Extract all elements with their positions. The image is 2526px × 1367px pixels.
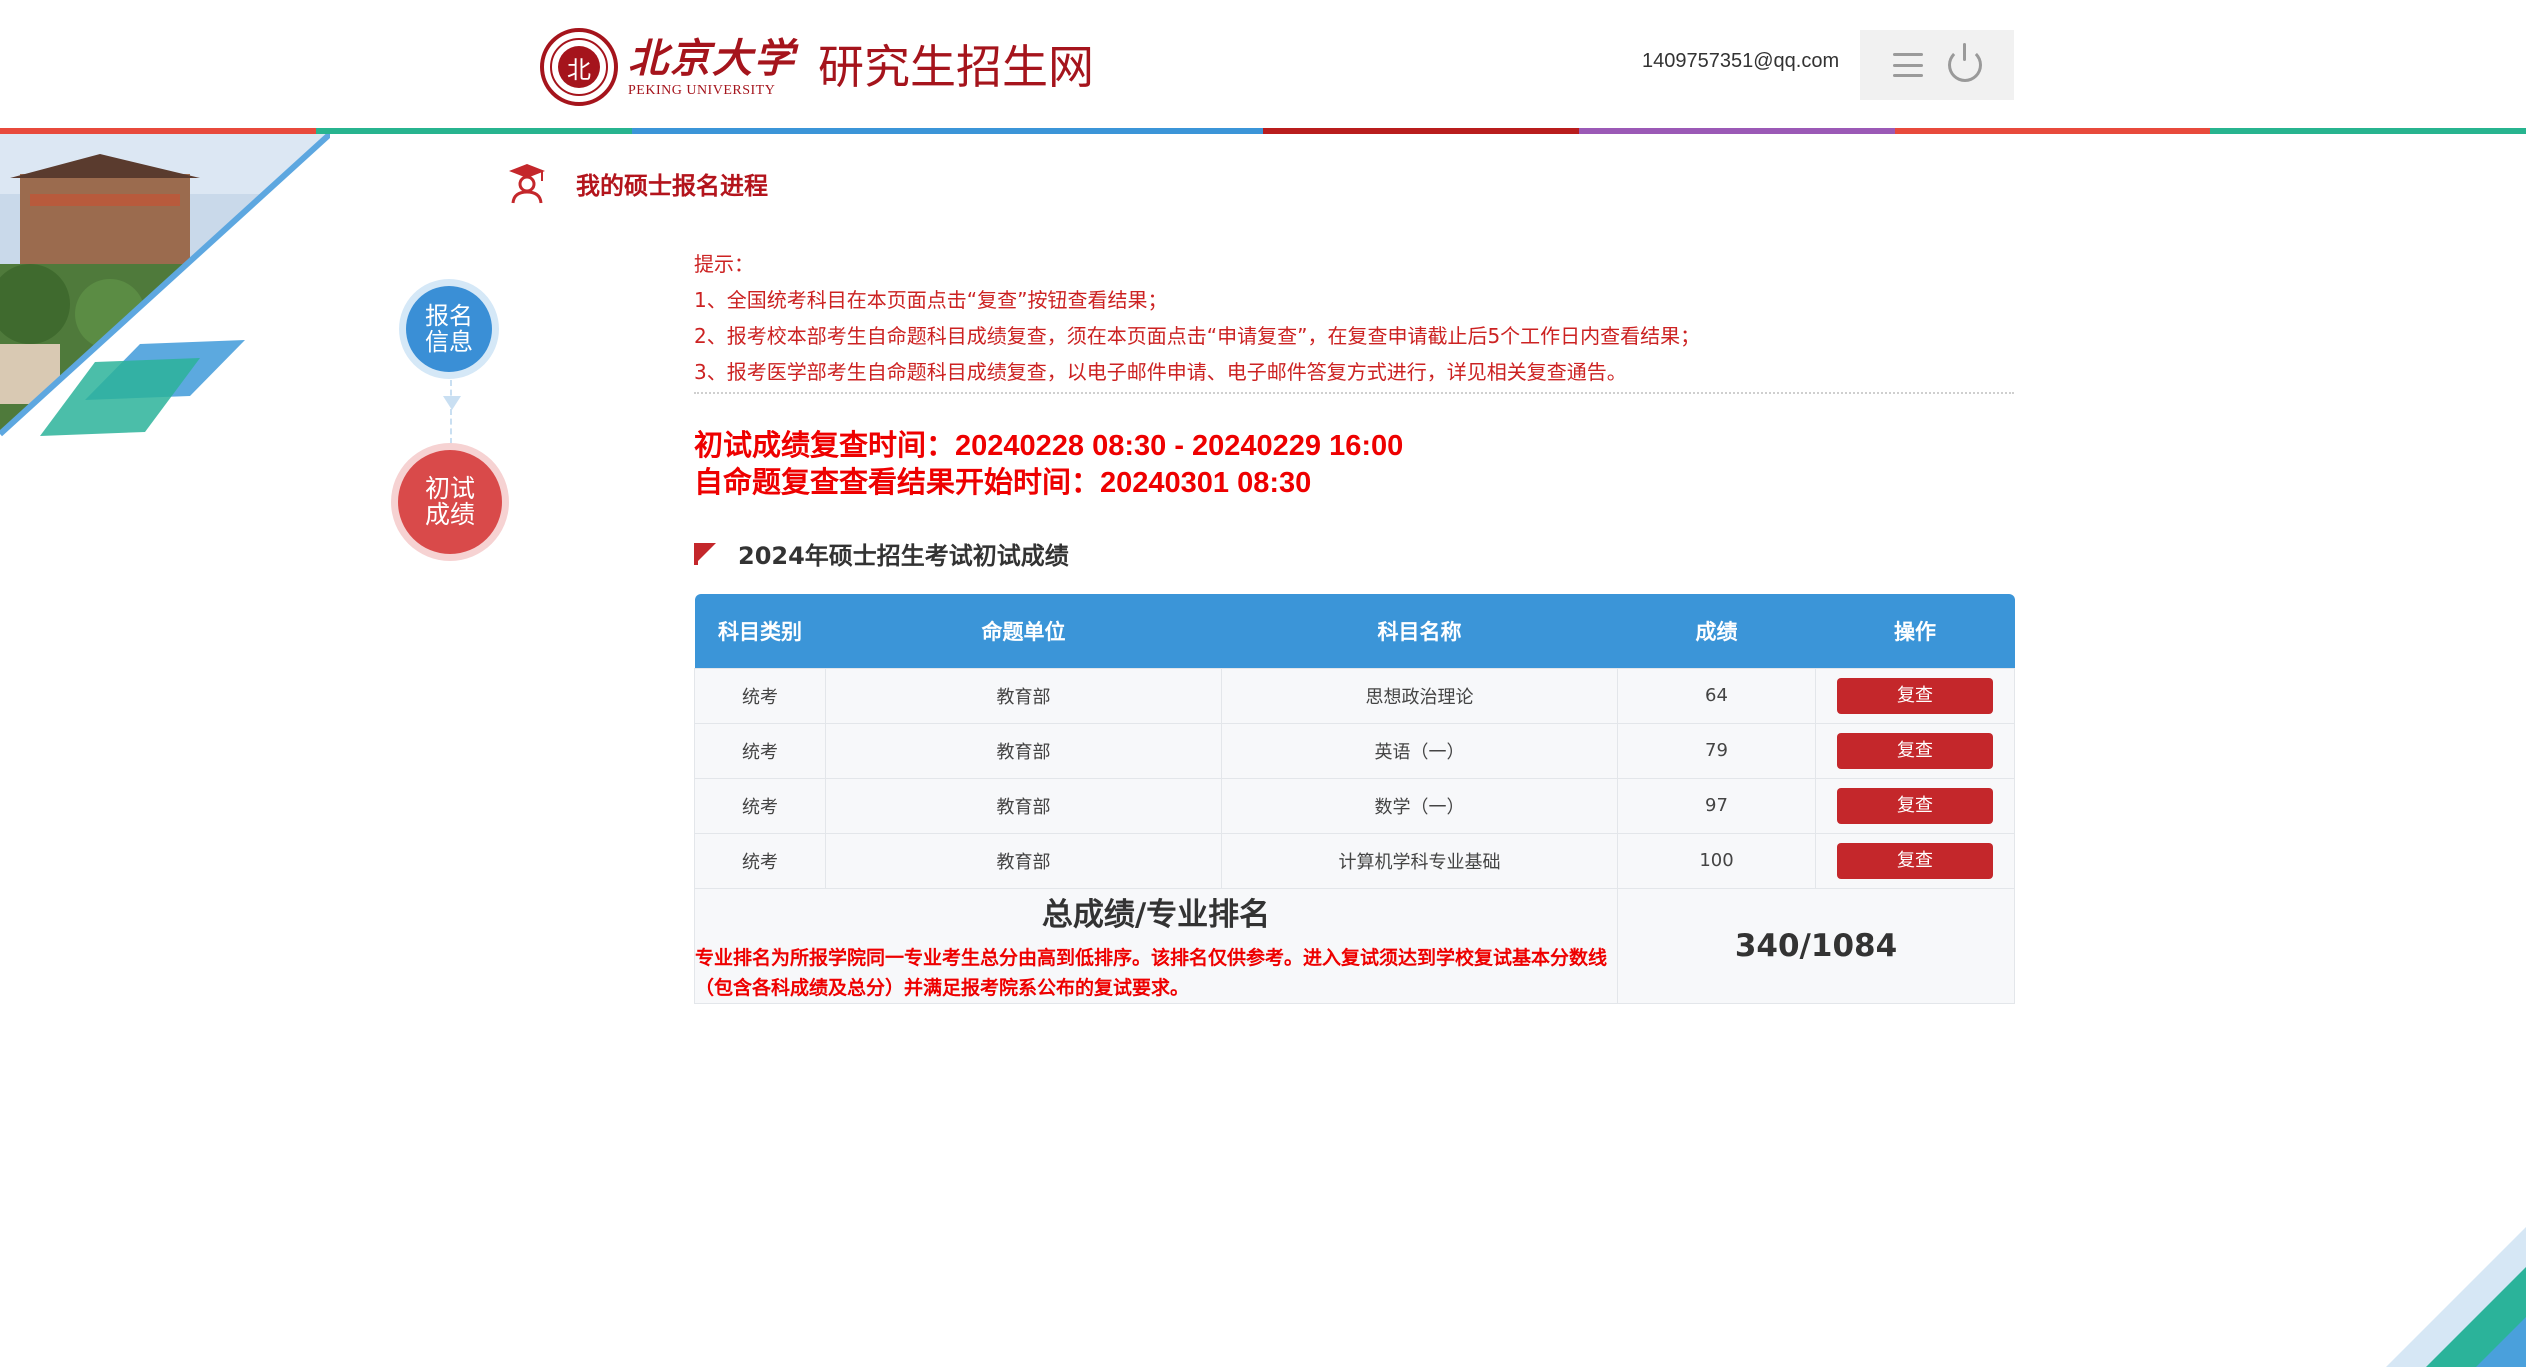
user-email: 1409757351@qq.com [1642,50,1840,72]
strip-segment [1578,128,1895,134]
flag-icon [694,542,716,565]
cell-category: 统考 [694,667,826,724]
university-logo[interactable]: 北 北京大学 PEKING UNIVERSITY 研究生招生网 [540,26,1094,108]
review-timing: 初试成绩复查时间：20240228 08:30 - 20240229 16:00… [694,428,1403,502]
strip-segment [1263,128,1579,134]
page-heading: 我的硕士报名进程 [508,162,768,204]
strip-segment [2210,128,2526,134]
score-table: 科目类别 命题单位 科目名称 成绩 操作 统考 教育部 思想政治理论 64 复查… [694,594,2015,1004]
step-scores-label: 初试 成绩 [424,474,475,529]
cell-action: 复查 [1815,722,2015,779]
section-heading: 2024年硕士招生考试初试成绩 [694,536,1069,571]
review-button[interactable]: 复查 [1837,677,1993,714]
notice-box: 提示： 1、全国统考科目在本页面点击“复查”按钮查看结果； 2、报考校本部考生自… [694,246,2014,394]
header-toolbar [1860,30,2014,100]
strip-segment [631,128,948,134]
notice-title: 提示： [694,252,754,276]
header-color-strip [0,128,2526,134]
cell-score: 79 [1617,722,1816,779]
header-subject: 科目名称 [1221,594,1618,668]
cell-subject: 英语（一） [1221,722,1618,779]
cell-action: 复查 [1815,832,2015,889]
header-score: 成绩 [1617,594,1816,668]
corner-decoration [2386,1227,2526,1367]
cell-category: 统考 [694,722,826,779]
step-preliminary-scores[interactable]: 初试 成绩 [398,450,502,554]
cell-unit: 教育部 [825,777,1222,834]
site-title: 研究生招生网 [818,40,1094,94]
review-button[interactable]: 复查 [1837,787,1993,824]
step-registration-info[interactable]: 报名 信息 [406,286,492,372]
campus-photo-decoration [0,134,330,437]
step-registration-label: 报名 信息 [425,302,473,356]
cell-subject: 数学（一） [1221,777,1618,834]
table-row: 统考 教育部 英语（一） 79 复查 [694,722,2015,779]
header-action: 操作 [1815,594,2015,668]
total-score-ranking: 340/1084 [1617,887,2015,1004]
cell-score: 64 [1617,667,1816,724]
cell-unit: 教育部 [825,667,1222,724]
strip-segment [947,128,1263,134]
step-connector-arrow-icon [443,380,461,444]
power-icon[interactable] [1947,43,1982,82]
table-header-row: 科目类别 命题单位 科目名称 成绩 操作 [694,594,2015,668]
cell-score: 97 [1617,777,1816,834]
site-header: 北 北京大学 PEKING UNIVERSITY 研究生招生网 14097573… [0,0,2526,134]
section-title: 2024年硕士招生考试初试成绩 [738,542,1069,570]
cell-score: 100 [1617,832,1816,889]
page-title: 我的硕士报名进程 [576,171,768,200]
strip-segment [315,128,632,134]
cell-action: 复查 [1815,667,2015,724]
cell-category: 统考 [694,832,826,889]
logo-wordmark: 北京大学 PEKING UNIVERSITY [628,35,796,99]
table-row: 统考 教育部 思想政治理论 64 复查 [694,667,2015,724]
university-seal-icon: 北 [540,28,618,106]
cell-category: 统考 [694,777,826,834]
logo-en-text: PEKING UNIVERSITY [628,83,776,98]
notice-line-3: 3、报考医学部考生自命题科目成绩复查，以电子邮件申请、电子邮件答复方式进行，详见… [694,360,1627,384]
table-row: 统考 教育部 数学（一） 97 复查 [694,777,2015,834]
review-button[interactable]: 复查 [1837,842,1993,879]
header-unit: 命题单位 [825,594,1222,668]
strip-segment [1894,128,2211,134]
notice-line-2: 2、报考校本部考生自命题科目成绩复查，须在本页面点击“申请复查”，在复查申请截止… [694,324,1701,348]
total-row: 总成绩/专业排名 专业排名为所报学院同一专业考生总分由高到低排序。该排名仅供参考… [694,887,2015,1004]
total-label-cell: 总成绩/专业排名 专业排名为所报学院同一专业考生总分由高到低排序。该排名仅供参考… [694,887,1618,1004]
review-time-line: 初试成绩复查时间：20240228 08:30 - 20240229 16:00 [694,430,1404,462]
ranking-note: 专业排名为所报学院同一专业考生总分由高到低排序。该排名仅供参考。进入复试须达到学… [695,946,1608,999]
cell-subject: 思想政治理论 [1221,667,1618,724]
graduate-icon [509,164,545,204]
cell-unit: 教育部 [825,832,1222,889]
menu-icon[interactable] [1892,53,1923,77]
logo-cn-text: 北京大学 [628,35,796,82]
total-label: 总成绩/专业排名 [1041,896,1271,933]
notice-line-1: 1、全国统考科目在本页面点击“复查”按钮查看结果； [694,288,1168,312]
table-row: 统考 教育部 计算机学科专业基础 100 复查 [694,832,2015,889]
result-time-line: 自命题复查查看结果开始时间：20240301 08:30 [694,467,1312,499]
cell-unit: 教育部 [825,722,1222,779]
review-button[interactable]: 复查 [1837,732,1993,769]
header-category: 科目类别 [694,594,826,668]
cell-action: 复查 [1815,777,2015,834]
cell-subject: 计算机学科专业基础 [1221,832,1618,889]
